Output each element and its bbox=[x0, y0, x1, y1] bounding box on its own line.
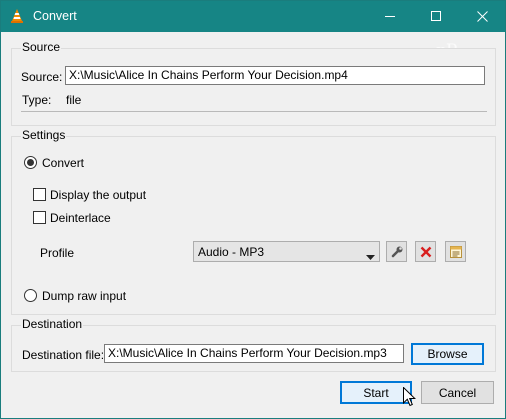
destination-file-input[interactable]: X:\Music\Alice In Chains Perform Your De… bbox=[104, 344, 404, 363]
destination-group: Destination Destination file: X:\Music\A… bbox=[11, 317, 496, 372]
source-group: Source Source: X:\Music\Alice In Chains … bbox=[11, 40, 496, 126]
display-output-checkbox[interactable] bbox=[33, 188, 46, 201]
settings-group: Settings Convert Display the output Dein… bbox=[11, 128, 496, 315]
source-input[interactable]: X:\Music\Alice In Chains Perform Your De… bbox=[65, 66, 485, 85]
display-output-label[interactable]: Display the output bbox=[50, 188, 146, 202]
settings-group-title: Settings bbox=[21, 128, 67, 142]
close-icon bbox=[476, 11, 488, 22]
profile-label: Profile bbox=[40, 246, 75, 260]
delete-x-icon bbox=[420, 246, 431, 257]
close-button[interactable] bbox=[459, 1, 505, 32]
source-label: Source: bbox=[21, 70, 63, 84]
destination-file-label: Destination file: bbox=[22, 348, 105, 362]
minimize-button[interactable] bbox=[367, 1, 413, 32]
browse-button[interactable]: Browse bbox=[411, 343, 484, 365]
mouse-pointer-icon bbox=[403, 386, 417, 410]
radio-selected-dot bbox=[27, 159, 34, 166]
source-separator bbox=[21, 111, 487, 112]
convert-dialog: Convert gP Source Source: X:\Music\Alice… bbox=[0, 0, 506, 419]
vlc-cone-icon bbox=[9, 8, 25, 24]
chevron-down-icon bbox=[366, 249, 375, 263]
minimize-icon bbox=[384, 16, 395, 17]
cancel-button[interactable]: Cancel bbox=[421, 381, 494, 404]
deinterlace-label[interactable]: Deinterlace bbox=[50, 211, 111, 225]
new-profile-button[interactable] bbox=[445, 241, 466, 262]
maximize-icon bbox=[430, 11, 441, 21]
maximize-button[interactable] bbox=[413, 1, 459, 32]
wrench-icon bbox=[391, 246, 402, 257]
profile-select[interactable]: Audio - MP3 bbox=[193, 241, 380, 262]
convert-radio-label[interactable]: Convert bbox=[42, 156, 84, 170]
convert-radio[interactable] bbox=[24, 156, 37, 169]
profile-select-value: Audio - MP3 bbox=[198, 245, 265, 259]
title-bar[interactable]: Convert bbox=[1, 1, 505, 32]
start-button[interactable]: Start bbox=[340, 381, 412, 404]
window-title: Convert bbox=[33, 9, 77, 23]
new-profile-icon bbox=[449, 245, 462, 258]
deinterlace-checkbox[interactable] bbox=[33, 211, 46, 224]
edit-profile-button[interactable] bbox=[386, 241, 407, 262]
type-label: Type: bbox=[22, 93, 52, 107]
destination-group-title: Destination bbox=[21, 317, 84, 331]
type-value: file bbox=[66, 93, 82, 107]
dump-raw-radio[interactable] bbox=[24, 289, 37, 302]
dump-raw-label[interactable]: Dump raw input bbox=[42, 289, 126, 303]
delete-profile-button[interactable] bbox=[415, 241, 436, 262]
source-group-title: Source bbox=[21, 40, 62, 54]
